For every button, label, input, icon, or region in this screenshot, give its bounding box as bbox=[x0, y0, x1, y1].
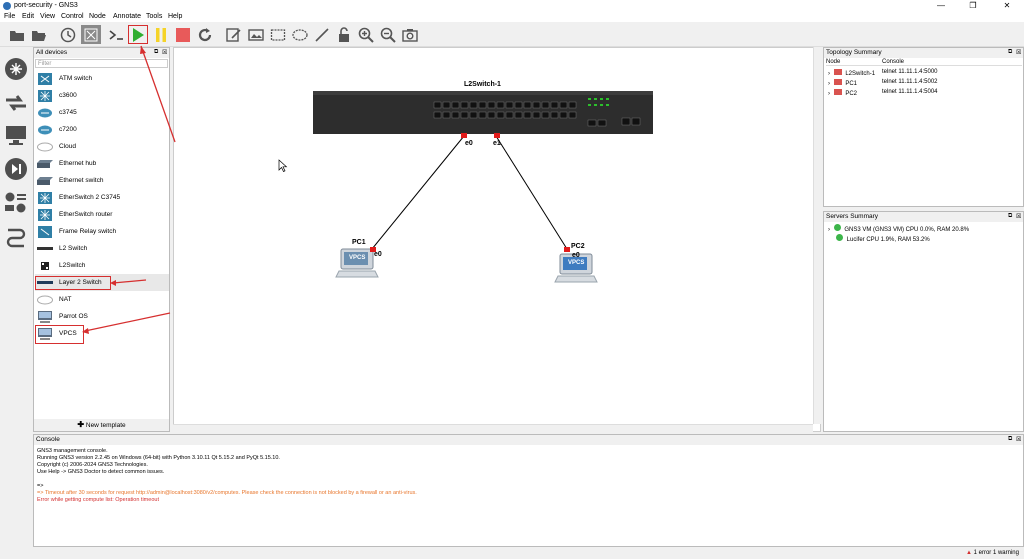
console-error-line: Error while getting compute list: Operat… bbox=[37, 497, 159, 503]
status-text: 1 error 1 warning bbox=[973, 550, 1019, 556]
console-line: GNS3 management console. bbox=[37, 448, 108, 454]
node-name: PC1 bbox=[845, 81, 858, 87]
server-status-icon bbox=[833, 224, 841, 231]
node-name: PC2 bbox=[845, 91, 858, 97]
node-name: L2Switch-1 bbox=[845, 71, 876, 77]
console-panel: Console ⧉ ☒ GNS3 management console. Run… bbox=[33, 434, 1024, 547]
node-status-icon bbox=[833, 69, 842, 75]
status-error-warning[interactable]: ▲ 1 error 1 warning bbox=[966, 550, 1019, 556]
topology-columns: Node bbox=[826, 59, 1022, 66]
warning-triangle-icon: ▲ bbox=[966, 550, 972, 556]
node-status-icon bbox=[833, 89, 842, 95]
column-console: Console bbox=[882, 59, 905, 65]
node-console: telnet 11.11.1.4:5000 bbox=[882, 69, 938, 75]
servers-summary-panel: Servers Summary ⧉ ☒ › GNS3 VM (GNS3 VM) … bbox=[823, 211, 1024, 432]
node-console: telnet 11.11.1.4:5004 bbox=[882, 89, 938, 95]
console-line: Running GNS3 version 2.2.45 on Windows (… bbox=[37, 455, 280, 461]
panel-close-icon[interactable]: ☒ bbox=[1016, 49, 1021, 56]
panel-float-icon[interactable]: ⧉ bbox=[1008, 213, 1012, 220]
panel-close-icon[interactable]: ☒ bbox=[1016, 213, 1021, 220]
console-line: Copyright (c) 2006-2024 GNS3 Technologie… bbox=[37, 462, 148, 468]
server-status-icon bbox=[836, 234, 843, 241]
expand-arrow-icon[interactable]: › bbox=[828, 71, 830, 77]
topology-row[interactable]: › PC1 bbox=[828, 79, 857, 87]
console-warning-line: => Timeout after 30 seconds for request … bbox=[37, 490, 417, 496]
panel-float-icon[interactable]: ⧉ bbox=[1008, 436, 1012, 443]
topology-row[interactable]: › PC2 bbox=[828, 89, 857, 97]
expand-arrow-icon[interactable]: › bbox=[828, 227, 830, 233]
topology-summary-header: Topology Summary bbox=[824, 48, 1023, 58]
status-bar: ▲ 1 error 1 warning bbox=[0, 548, 1024, 559]
server-text: GNS3 VM (GNS3 VM) CPU 0.0%, RAM 20.8% bbox=[844, 227, 970, 233]
panel-close-icon[interactable]: ☒ bbox=[1016, 436, 1021, 443]
node-status-icon bbox=[833, 79, 842, 85]
expand-arrow-icon[interactable]: › bbox=[828, 81, 830, 87]
servers-summary-header: Servers Summary bbox=[824, 212, 1023, 222]
topology-summary-panel: Topology Summary ⧉ ☒ Node Console › L2Sw… bbox=[823, 47, 1024, 207]
server-row[interactable]: Lucifer CPU 1.9%, RAM 53.2% bbox=[834, 234, 930, 243]
topology-row[interactable]: › L2Switch-1 bbox=[828, 69, 875, 77]
panel-float-icon[interactable]: ⧉ bbox=[1008, 49, 1012, 56]
console-line: => bbox=[37, 483, 44, 489]
console-line: Use Help -> GNS3 Doctor to detect common… bbox=[37, 469, 165, 475]
server-text: Lucifer CPU 1.9%, RAM 53.2% bbox=[846, 237, 930, 243]
console-header: Console bbox=[34, 435, 1023, 445]
server-row[interactable]: › GNS3 VM (GNS3 VM) CPU 0.0%, RAM 20.8% bbox=[828, 224, 969, 233]
column-node: Node bbox=[826, 59, 841, 65]
expand-arrow-icon[interactable]: › bbox=[828, 91, 830, 97]
node-console: telnet 11.11.1.4:5002 bbox=[882, 79, 938, 85]
